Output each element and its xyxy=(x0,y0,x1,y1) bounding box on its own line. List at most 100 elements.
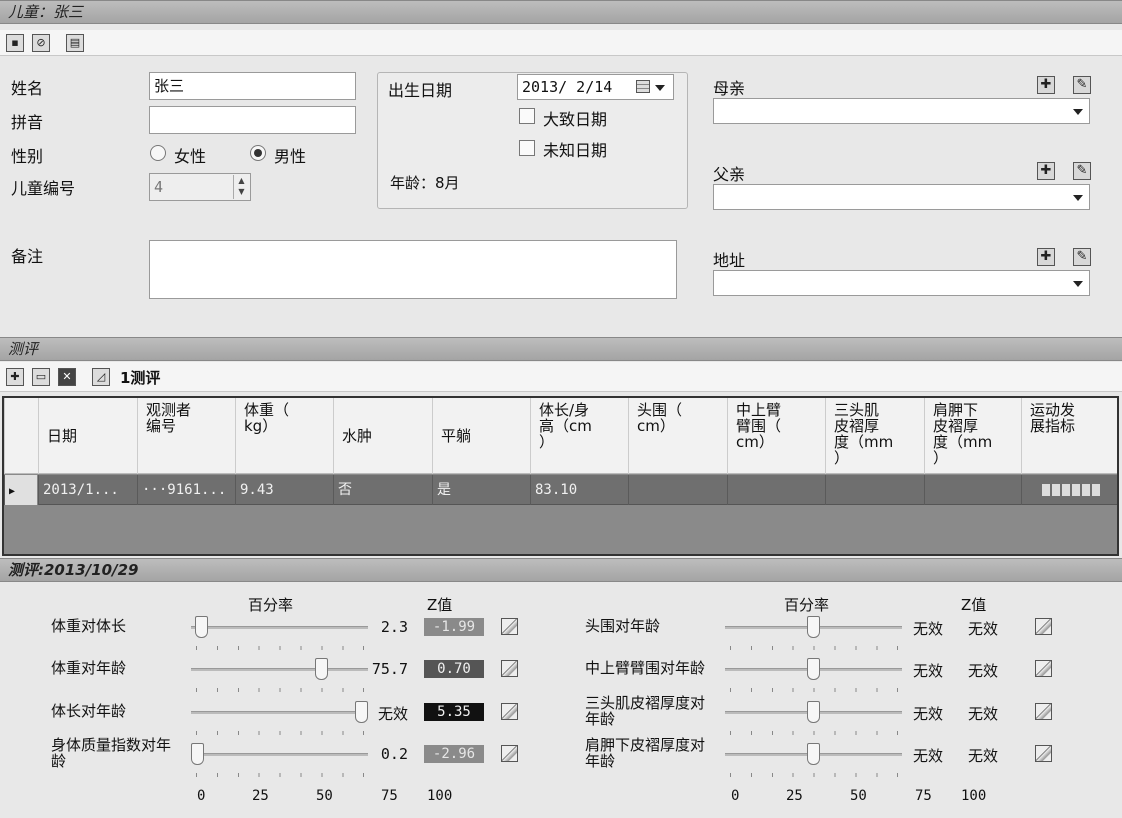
chevron-down-icon xyxy=(1073,281,1083,287)
report-icon[interactable]: ▤ xyxy=(66,34,84,52)
mother-label: 母亲 xyxy=(713,79,746,98)
open-folder-icon[interactable]: ▭ xyxy=(32,368,50,386)
pinyin-label: 拼音 xyxy=(11,113,44,132)
col-header[interactable]: 平躺 xyxy=(432,398,530,474)
chart-icon[interactable] xyxy=(501,745,518,762)
slider-track[interactable] xyxy=(191,711,368,714)
assessment-grid[interactable]: 日期 观测者 编号 体重（ kg） 水肿 平躺 体长/身 高（cm ） 头围（ … xyxy=(2,396,1119,556)
col-header[interactable]: 肩胛下 皮褶厚 度（mm ） xyxy=(924,398,1021,474)
approx-date-checkbox[interactable] xyxy=(519,108,535,124)
metric-label: 头围对年龄 xyxy=(585,618,661,634)
percentile-value: 无效 xyxy=(912,705,943,723)
chart-icon[interactable] xyxy=(501,703,518,720)
slider-thumb[interactable] xyxy=(807,658,820,680)
metric-label: 三头肌皮褶厚度对 年龄 xyxy=(585,695,706,727)
chart-icon[interactable] xyxy=(1035,745,1052,762)
add-father-icon[interactable]: ✚ xyxy=(1037,162,1055,180)
unknown-date-checkbox[interactable] xyxy=(519,140,535,156)
scale-tick: 75 xyxy=(381,788,398,804)
table-cell xyxy=(825,475,924,505)
save-icon[interactable]: ▪ xyxy=(6,34,24,52)
calendar-icon[interactable] xyxy=(636,80,650,93)
spin-up-icon[interactable]: ▲ xyxy=(234,175,249,186)
edit-mother-icon[interactable]: ✎ xyxy=(1073,76,1091,94)
col-header[interactable]: 运动发 展指标 xyxy=(1021,398,1117,474)
col-header[interactable]: 体长/身 高（cm ） xyxy=(530,398,628,474)
edit-father-icon[interactable]: ✎ xyxy=(1073,162,1091,180)
chart-icon[interactable] xyxy=(1035,703,1052,720)
slider-track[interactable] xyxy=(191,753,368,756)
mother-select[interactable] xyxy=(713,98,1090,124)
col-header[interactable]: 观测者 编号 xyxy=(137,398,235,474)
row-selector[interactable]: ▶ xyxy=(4,475,38,505)
z-score-value: 无效 xyxy=(968,620,999,638)
chevron-down-icon xyxy=(1073,109,1083,115)
male-radio[interactable] xyxy=(250,145,266,161)
assessment-header: 测评 xyxy=(0,337,1122,361)
chart-icon[interactable] xyxy=(501,660,518,677)
percentile-value: 75.7 xyxy=(371,660,408,678)
metric-label: 中上臂臂围对年龄 xyxy=(585,660,706,676)
child-no-spinner[interactable]: ▲ ▼ xyxy=(233,175,249,199)
birth-date-field[interactable]: 2013/ 2/14 xyxy=(517,74,674,100)
percentile-header-left: 百分率 xyxy=(248,596,294,614)
father-select[interactable] xyxy=(713,184,1090,210)
slider-thumb[interactable] xyxy=(807,743,820,765)
metric-label: 体重对体长 xyxy=(51,618,127,634)
delete-icon[interactable]: ✕ xyxy=(58,368,76,386)
chart-icon[interactable] xyxy=(501,618,518,635)
slider-thumb[interactable] xyxy=(195,616,208,638)
col-header[interactable]: 水肿 xyxy=(333,398,432,474)
grid-header: 日期 观测者 编号 体重（ kg） 水肿 平躺 体长/身 高（cm ） 头围（ … xyxy=(4,398,1117,474)
approx-date-label: 大致日期 xyxy=(543,110,608,129)
slider-ticks xyxy=(730,731,902,735)
address-select[interactable] xyxy=(713,270,1090,296)
z-header-left: Z值 xyxy=(427,596,453,614)
name-field[interactable]: 张三 xyxy=(149,72,356,100)
spin-down-icon[interactable]: ▼ xyxy=(234,186,249,197)
col-header[interactable]: 日期 xyxy=(38,398,137,474)
table-row[interactable]: ▶ 2013/1... ···9161... 9.43 否 是 83.10 xyxy=(4,475,1117,505)
col-header[interactable]: 中上臂 臂围（ cm） xyxy=(727,398,825,474)
chevron-down-icon[interactable] xyxy=(655,85,665,91)
col-header[interactable]: 头围（ cm） xyxy=(628,398,727,474)
female-radio[interactable] xyxy=(150,145,166,161)
chart-icon[interactable]: ◿ xyxy=(92,368,110,386)
pinyin-field[interactable] xyxy=(149,106,356,134)
slider-thumb[interactable] xyxy=(191,743,204,765)
cancel-icon[interactable]: ⊘ xyxy=(32,34,50,52)
percentile-value: 0.2 xyxy=(380,745,408,763)
edit-address-icon[interactable]: ✎ xyxy=(1073,248,1091,266)
slider-thumb[interactable] xyxy=(355,701,368,723)
female-label: 女性 xyxy=(174,147,207,166)
slider-ticks xyxy=(196,731,368,735)
col-header[interactable]: 三头肌 皮褶厚 度（mm ） xyxy=(825,398,924,474)
child-no-label: 儿童编号 xyxy=(11,179,76,198)
chart-icon[interactable] xyxy=(1035,618,1052,635)
metric-label: 肩胛下皮褶厚度对 年龄 xyxy=(585,737,706,769)
add-icon[interactable]: ✚ xyxy=(6,368,24,386)
slider-thumb[interactable] xyxy=(807,616,820,638)
metric-label: 身体质量指数对年 龄 xyxy=(51,737,172,769)
slider-track[interactable] xyxy=(191,668,368,671)
slider-ticks xyxy=(196,773,368,777)
detail-header: 测评:2013/10/29 xyxy=(0,558,1122,582)
scale-tick: 25 xyxy=(252,788,269,804)
row-pointer-icon: ▶ xyxy=(9,486,16,497)
note-field[interactable] xyxy=(149,240,677,299)
assessment-count: 1测评 xyxy=(120,369,161,387)
slider-track[interactable] xyxy=(191,626,368,629)
z-score-value: 无效 xyxy=(968,747,999,765)
table-cell xyxy=(628,475,727,505)
slider-thumb[interactable] xyxy=(315,658,328,680)
table-cell: 9.43 xyxy=(235,475,333,505)
add-address-icon[interactable]: ✚ xyxy=(1037,248,1055,266)
add-mother-icon[interactable]: ✚ xyxy=(1037,76,1055,94)
col-header[interactable]: 体重（ kg） xyxy=(235,398,333,474)
scale-tick: 0 xyxy=(197,788,206,804)
scale-tick: 50 xyxy=(850,788,867,804)
slider-thumb[interactable] xyxy=(807,701,820,723)
chart-icon[interactable] xyxy=(1035,660,1052,677)
scale-tick: 25 xyxy=(786,788,803,804)
child-toolbar: ▪ ⊘ ▤ xyxy=(0,30,1122,56)
